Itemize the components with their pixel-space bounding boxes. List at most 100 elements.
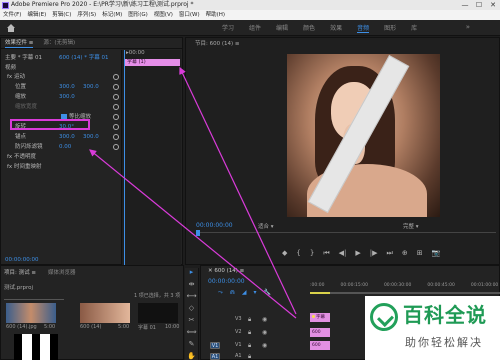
workspace-more-button[interactable]: » xyxy=(466,23,470,31)
menu-file[interactable]: 文件(F) xyxy=(3,10,21,20)
reset-scale-icon[interactable] xyxy=(113,94,119,100)
workspace-tab-effects[interactable]: 效果 xyxy=(330,23,342,33)
tab-project[interactable]: 项目: 测试 ≡ xyxy=(4,268,36,276)
track-select-tool-icon[interactable]: ⇹ xyxy=(185,280,198,292)
hand-tool-icon[interactable]: ✋ xyxy=(185,352,198,360)
tab-effect-controls[interactable]: 效果控件 ≡ xyxy=(5,38,34,48)
ec-motion[interactable]: fx 运动 xyxy=(7,73,25,81)
workspace-tab-editing[interactable]: 编辑 xyxy=(276,23,288,33)
timeline-sequence-tab[interactable]: ✕ 600 (14) ≡ xyxy=(208,268,244,274)
track-target-a1[interactable]: A1 xyxy=(210,353,220,360)
monitor-time-ruler[interactable] xyxy=(196,232,496,240)
track-v2[interactable]: 🔒︎ V2 ◉ xyxy=(200,327,310,338)
step-back-icon[interactable]: ◀| xyxy=(339,249,347,258)
menu-sequence[interactable]: 序列(S) xyxy=(77,10,96,20)
eye-icon[interactable]: ◉ xyxy=(262,340,267,351)
menu-marker[interactable]: 标记(M) xyxy=(102,10,122,20)
ec-opacity[interactable]: fx 不透明度 xyxy=(7,153,36,161)
menu-help[interactable]: 帮助(H) xyxy=(206,10,225,20)
workspace-tab-audio[interactable]: 音频 xyxy=(357,23,370,33)
ec-mini-timeline[interactable]: ▸00:00 字幕 (1) xyxy=(121,50,181,295)
track-target-v1[interactable]: V1 xyxy=(210,342,220,349)
add-marker-icon[interactable]: ▾ xyxy=(253,289,256,297)
workspace-tab-learn[interactable]: 学习 xyxy=(222,23,234,33)
track-v1[interactable]: V1 🔒︎ V1 ◉ xyxy=(200,340,310,351)
ec-header-master[interactable]: 主要 * 字幕 01 xyxy=(5,54,42,62)
ec-header-sequence[interactable]: 600 (14) * 字幕 01 xyxy=(59,54,109,62)
menu-clip[interactable]: 剪辑(C) xyxy=(52,10,71,20)
snap-icon[interactable]: ⋒ xyxy=(230,289,235,297)
reset-motion-icon[interactable] xyxy=(113,74,119,80)
menu-window[interactable]: 窗口(W) xyxy=(179,10,200,20)
tab-source[interactable]: 源：(无剪辑) xyxy=(43,38,75,48)
insert-icon[interactable]: ⊕ xyxy=(402,249,408,258)
pen-tool-icon[interactable]: ✎ xyxy=(185,340,198,352)
ec-time-remap[interactable]: fx 时间重映射 xyxy=(7,163,41,171)
wrench-icon[interactable]: 🔧 xyxy=(263,289,270,297)
timeline-clip-v1[interactable]: 600 xyxy=(310,341,330,350)
export-frame-icon[interactable]: 📷 xyxy=(432,249,441,258)
maximize-button[interactable]: ☐ xyxy=(472,0,486,10)
close-button[interactable]: ✕ xyxy=(486,0,500,10)
ripple-edit-tool-icon[interactable]: ⟷ xyxy=(185,292,198,304)
monitor-zoom-select[interactable]: 适合 ▾ xyxy=(258,222,274,230)
add-marker-icon[interactable]: ◆ xyxy=(282,249,287,258)
razor-tool-icon[interactable]: ◇ xyxy=(185,304,198,316)
menu-graphics[interactable]: 图形(G) xyxy=(128,10,148,20)
project-thumb-image[interactable] xyxy=(6,303,56,323)
rate-stretch-tool-icon[interactable]: ⟺ xyxy=(185,328,198,340)
project-search-input[interactable] xyxy=(4,292,64,300)
play-icon[interactable]: ▶ xyxy=(355,249,360,258)
overwrite-icon[interactable]: ⊞ xyxy=(417,249,423,258)
timeline-work-area[interactable] xyxy=(310,292,500,294)
project-thumb-sequence[interactable] xyxy=(80,303,130,323)
monitor-quality-select[interactable]: 完整 ▾ xyxy=(403,222,419,230)
lock-icon[interactable]: 🔒︎ xyxy=(248,351,251,360)
ec-anchor-y[interactable]: 300.0 xyxy=(83,133,99,141)
ec-anti-flicker-value[interactable]: 0.00 xyxy=(59,143,71,151)
project-thumb-preview[interactable] xyxy=(14,334,58,360)
menu-view[interactable]: 视图(V) xyxy=(154,10,173,20)
menu-edit[interactable]: 编辑(E) xyxy=(27,10,46,20)
monitor-playhead[interactable] xyxy=(196,230,200,236)
timeline-clip-v2[interactable]: 600 xyxy=(310,328,330,337)
timeline-ruler[interactable]: :00:00 00:00:15:00 00:00:30:00 00:00:45:… xyxy=(310,283,500,288)
mark-out-icon[interactable]: } xyxy=(310,249,314,258)
reset-anchor-icon[interactable] xyxy=(113,134,119,140)
slip-tool-icon[interactable]: ✂ xyxy=(185,316,198,328)
lock-icon[interactable]: 🔒︎ xyxy=(248,327,251,338)
track-a1[interactable]: A1 🔒︎ A1 xyxy=(200,351,310,360)
ec-position-x[interactable]: 300.0 xyxy=(59,83,75,91)
workspace-tab-assembly[interactable]: 组件 xyxy=(249,23,261,33)
timeline-timecode[interactable]: 00:00:00:00 xyxy=(208,278,245,285)
minimize-button[interactable]: — xyxy=(458,0,472,10)
program-monitor-title[interactable]: 节目: 600 (14) ≡ xyxy=(195,39,240,47)
eye-icon[interactable]: ◉ xyxy=(262,327,267,338)
reset-rotation-icon[interactable] xyxy=(113,124,119,130)
go-to-in-icon[interactable]: ⏮ xyxy=(323,249,329,258)
workspace-tab-graphics[interactable]: 图形 xyxy=(384,23,396,33)
lock-icon[interactable]: 🔒︎ xyxy=(248,314,251,325)
timeline-clip-title[interactable]: 字幕 xyxy=(310,313,330,322)
mark-in-icon[interactable]: { xyxy=(296,249,300,258)
ec-position-y[interactable]: 300.0 xyxy=(83,83,99,91)
linked-selection-icon[interactable]: ◢ xyxy=(242,289,247,297)
ec-anchor-x[interactable]: 300.0 xyxy=(59,133,75,141)
workspace-tab-libraries[interactable]: 库 xyxy=(411,23,417,33)
home-icon[interactable] xyxy=(6,23,16,33)
monitor-timecode[interactable]: 00:00:00:00 xyxy=(196,222,233,229)
reset-anti-flicker-icon[interactable] xyxy=(113,144,119,150)
ec-timecode[interactable]: 00:00:00:00 xyxy=(5,256,39,264)
reset-position-icon[interactable] xyxy=(113,84,119,90)
tab-media-browser[interactable]: 媒体浏览器 xyxy=(48,268,76,276)
timeline-in-range[interactable] xyxy=(310,292,330,294)
eye-icon[interactable]: ◉ xyxy=(262,314,267,325)
lock-icon[interactable]: 🔒︎ xyxy=(248,340,251,351)
workspace-tab-color[interactable]: 颜色 xyxy=(303,23,315,33)
reset-uniform-icon[interactable] xyxy=(113,114,119,120)
go-to-out-icon[interactable]: ⏭ xyxy=(387,249,393,258)
project-thumb-title[interactable] xyxy=(138,303,178,323)
step-forward-icon[interactable]: |▶ xyxy=(370,249,378,258)
ec-playhead[interactable] xyxy=(124,50,125,295)
selection-tool-icon[interactable]: ▸ xyxy=(185,268,198,280)
